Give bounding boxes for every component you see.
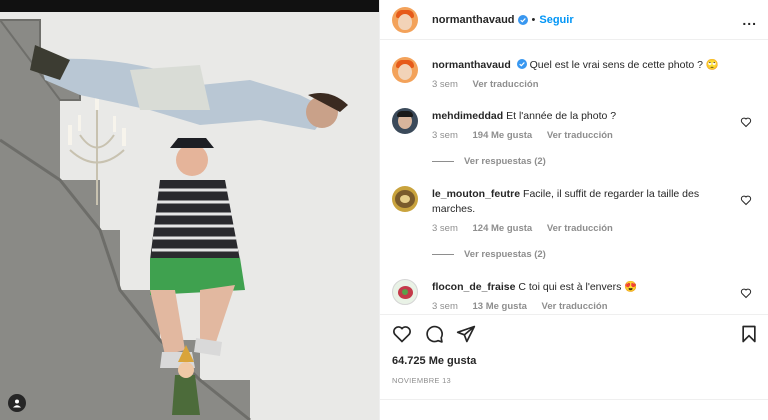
comment-text: flocon_de_fraise C toi qui est à l'enver… bbox=[432, 280, 732, 295]
post-image bbox=[0, 0, 379, 420]
caption-username[interactable]: normanthavaud bbox=[432, 59, 511, 71]
avatar[interactable] bbox=[392, 6, 418, 33]
view-replies-label: Ver respuestas (2) bbox=[464, 156, 546, 167]
caption-time: 3 sem bbox=[432, 79, 458, 90]
avatar[interactable] bbox=[392, 186, 418, 212]
verified-icon bbox=[516, 59, 527, 69]
post-date: NOVIEMBRE 13 bbox=[392, 376, 452, 385]
comment-body: C toi qui est à l'envers 😍 bbox=[518, 281, 638, 293]
comment-username[interactable]: le_mouton_feutre bbox=[432, 188, 520, 200]
view-replies-button[interactable]: Ver respuestas (2) bbox=[432, 249, 546, 260]
comment-time: 3 sem bbox=[432, 223, 458, 234]
comment-username[interactable]: flocon_de_fraise bbox=[432, 281, 515, 293]
tag-user-icon[interactable] bbox=[8, 394, 26, 412]
caption-meta: 3 sem Ver traducción bbox=[432, 79, 551, 90]
post-actions: 64.725 Me gusta NOVIEMBRE 13 bbox=[380, 314, 768, 420]
verified-icon bbox=[517, 14, 528, 25]
view-replies-label: Ver respuestas (2) bbox=[464, 249, 546, 260]
post-details-panel: normanthavaud • Seguir ... normanthavaud… bbox=[379, 0, 768, 420]
separator-dot: • bbox=[531, 13, 536, 26]
see-translation-link[interactable]: Ver traducción bbox=[547, 130, 613, 141]
heart-icon[interactable] bbox=[740, 116, 752, 128]
caption-text: normanthavaud Quel est le vrai sens de c… bbox=[432, 58, 732, 73]
comment-time: 3 sem bbox=[432, 130, 458, 141]
divider bbox=[380, 399, 768, 400]
avatar[interactable] bbox=[392, 57, 418, 83]
header-username[interactable]: normanthavaud bbox=[432, 14, 515, 26]
follow-button[interactable]: Seguir bbox=[539, 14, 573, 26]
post-header: normanthavaud • Seguir ... bbox=[380, 0, 768, 40]
post-photo[interactable] bbox=[0, 0, 379, 420]
comments-list[interactable]: normanthavaud Quel est le vrai sens de c… bbox=[380, 41, 768, 313]
comment-time: 3 sem bbox=[432, 301, 458, 312]
comment-likes[interactable]: 194 Me gusta bbox=[473, 130, 533, 141]
comment-body: Et l'année de la photo ? bbox=[506, 110, 617, 122]
comment-text: mehdimeddad Et l'année de la photo ? bbox=[432, 109, 732, 124]
bookmark-icon[interactable] bbox=[739, 324, 759, 344]
comment-icon[interactable] bbox=[424, 324, 444, 344]
caption-body: Quel est le vrai sens de cette photo ? 🙄 bbox=[529, 59, 719, 71]
replies-divider bbox=[432, 161, 454, 162]
comment-username[interactable]: mehdimeddad bbox=[432, 110, 503, 122]
view-replies-button[interactable]: Ver respuestas (2) bbox=[432, 156, 546, 167]
comment-likes[interactable]: 124 Me gusta bbox=[473, 223, 533, 234]
see-translation-link[interactable]: Ver traducción bbox=[473, 79, 539, 90]
comment-meta: 3 sem 124 Me gusta Ver traducción bbox=[432, 223, 625, 234]
heart-icon[interactable] bbox=[740, 194, 752, 206]
see-translation-link[interactable]: Ver traducción bbox=[542, 301, 608, 312]
likes-count[interactable]: 64.725 Me gusta bbox=[392, 355, 476, 367]
heart-icon[interactable] bbox=[740, 287, 752, 299]
comment-meta: 3 sem 13 Me gusta Ver traducción bbox=[432, 301, 620, 312]
comment-meta: 3 sem 194 Me gusta Ver traducción bbox=[432, 130, 625, 141]
avatar[interactable] bbox=[392, 279, 418, 305]
heart-icon[interactable] bbox=[392, 324, 412, 344]
more-options-icon[interactable]: ... bbox=[742, 12, 757, 28]
see-translation-link[interactable]: Ver traducción bbox=[547, 223, 613, 234]
share-icon[interactable] bbox=[456, 324, 476, 344]
comment-likes[interactable]: 13 Me gusta bbox=[473, 301, 527, 312]
replies-divider bbox=[432, 254, 454, 255]
comment-text: le_mouton_feutre Facile, il suffit de re… bbox=[432, 187, 732, 217]
avatar[interactable] bbox=[392, 108, 418, 134]
